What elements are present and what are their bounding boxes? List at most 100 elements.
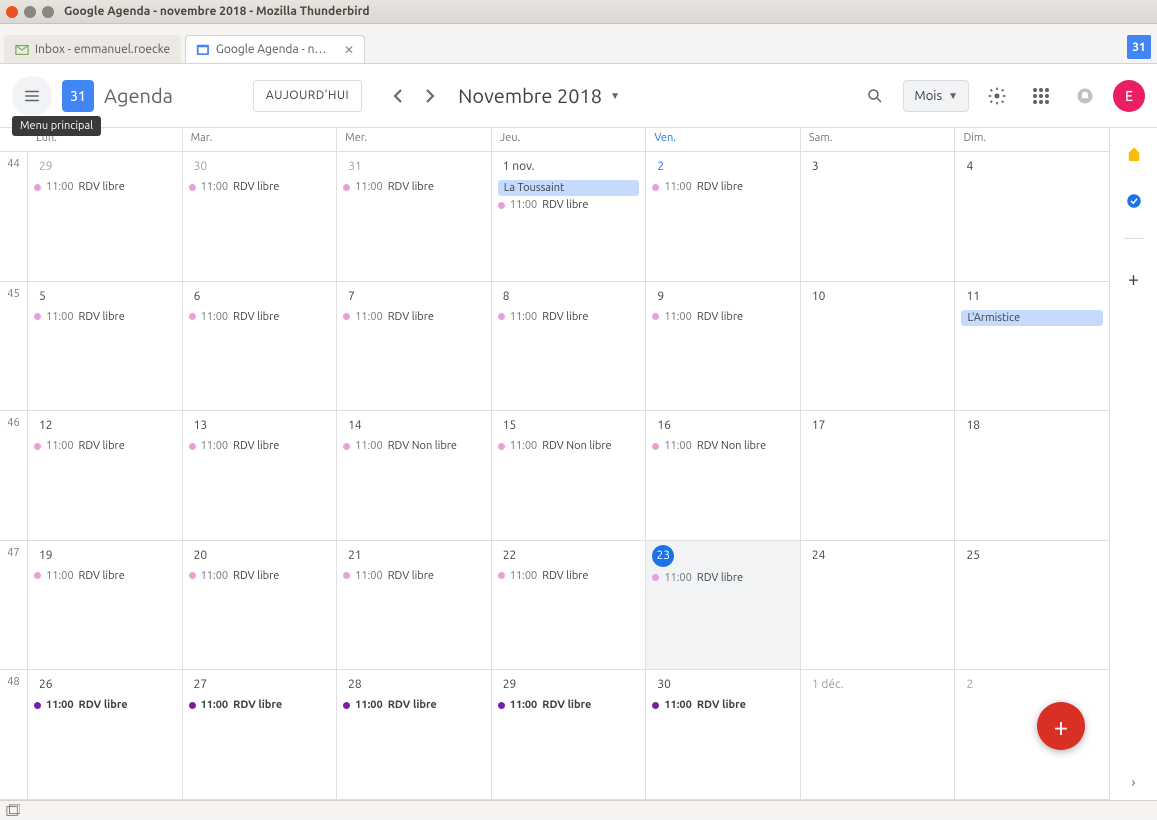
day-cell[interactable]: 2811:00RDV libre — [337, 670, 492, 799]
day-cell[interactable]: 2011:00RDV libre — [183, 541, 338, 670]
event[interactable]: 11:00RDV libre — [652, 310, 794, 324]
create-event-fab[interactable]: + — [1037, 702, 1085, 750]
chevron-right-icon[interactable]: › — [1132, 774, 1136, 790]
apps-button[interactable] — [1025, 80, 1057, 112]
day-cell[interactable]: 711:00RDV libre — [337, 282, 492, 411]
day-cell[interactable]: 1211:00RDV libre — [28, 411, 183, 540]
event[interactable]: 11:00RDV Non libre — [343, 439, 485, 453]
month-selector[interactable]: Novembre 2018 ▼ — [458, 84, 620, 107]
event-dot-icon — [498, 202, 505, 209]
day-cell[interactable]: 17 — [801, 411, 956, 540]
day-cell[interactable]: 24 — [801, 541, 956, 670]
day-cell[interactable]: 2911:00RDV libre — [492, 670, 647, 799]
day-cell[interactable]: 1511:00RDV Non libre — [492, 411, 647, 540]
day-cell[interactable]: 911:00RDV libre — [646, 282, 801, 411]
event-dot-icon — [652, 443, 659, 450]
day-cell[interactable]: 1 déc. — [801, 670, 956, 799]
event-time: 11:00 — [46, 181, 74, 193]
view-select[interactable]: Mois ▼ — [903, 80, 969, 112]
allday-event[interactable]: La Toussaint — [498, 180, 640, 196]
day-cell[interactable]: 811:00RDV libre — [492, 282, 647, 411]
keep-icon[interactable] — [1125, 146, 1143, 164]
day-cell[interactable]: 3011:00RDV libre — [646, 670, 801, 799]
event[interactable]: 11:00RDV libre — [34, 310, 176, 324]
event[interactable]: 11:00RDV libre — [189, 698, 331, 712]
day-cell[interactable]: 10 — [801, 282, 956, 411]
day-cell[interactable]: 2611:00RDV libre — [28, 670, 183, 799]
day-cell[interactable]: 2 — [955, 670, 1109, 799]
day-cell[interactable]: 211:00RDV libre — [646, 152, 801, 281]
event[interactable]: 11:00RDV libre — [189, 310, 331, 324]
day-cell[interactable]: 3 — [801, 152, 956, 281]
event[interactable]: 11:00RDV libre — [34, 698, 176, 712]
add-addon-button[interactable]: + — [1128, 267, 1139, 290]
event[interactable]: 11:00RDV libre — [498, 698, 640, 712]
event[interactable]: 11:00RDV libre — [498, 310, 640, 324]
day-cell[interactable]: 1 nov.La Toussaint11:00RDV libre — [492, 152, 647, 281]
event[interactable]: 11:00RDV libre — [652, 180, 794, 194]
event[interactable]: 11:00RDV libre — [652, 571, 794, 585]
allday-event[interactable]: L'Armistice — [961, 310, 1103, 326]
event[interactable]: 11:00RDV libre — [498, 198, 640, 212]
tab-close-icon[interactable]: ✕ — [344, 43, 354, 57]
event-dot-icon — [652, 313, 659, 320]
next-month-button[interactable] — [414, 80, 446, 112]
window-maximize-button[interactable] — [42, 6, 54, 18]
event[interactable]: 11:00RDV Non libre — [498, 439, 640, 453]
day-cell[interactable]: 25 — [955, 541, 1109, 670]
day-cell[interactable]: 2911:00RDV libre — [28, 152, 183, 281]
window-minimize-button[interactable] — [24, 6, 36, 18]
event[interactable]: 11:00RDV libre — [498, 569, 640, 583]
today-button[interactable]: AUJOURD'HUI — [253, 80, 362, 112]
day-cell[interactable]: 3111:00RDV libre — [337, 152, 492, 281]
day-cell[interactable]: 11L'Armistice — [955, 282, 1109, 411]
week-number: 44 — [0, 152, 28, 282]
day-cell[interactable]: 1911:00RDV libre — [28, 541, 183, 670]
event-label: RDV libre — [233, 311, 279, 323]
day-number: 23 — [652, 545, 674, 567]
event[interactable]: 11:00RDV libre — [343, 569, 485, 583]
event[interactable]: 11:00RDV libre — [34, 180, 176, 194]
main-menu-button[interactable]: Menu principal — [12, 76, 52, 116]
event[interactable]: 11:00RDV Non libre — [652, 439, 794, 453]
prev-month-button[interactable] — [382, 80, 414, 112]
day-cell[interactable]: 1611:00RDV Non libre — [646, 411, 801, 540]
notifications-button[interactable] — [1069, 80, 1101, 112]
day-number: 6 — [189, 287, 206, 306]
day-cell[interactable]: 1411:00RDV Non libre — [337, 411, 492, 540]
settings-button[interactable] — [981, 80, 1013, 112]
tasks-icon[interactable] — [1125, 192, 1143, 210]
day-cell[interactable]: 3011:00RDV libre — [183, 152, 338, 281]
day-cell[interactable]: 5 11:00RDV libre — [28, 282, 183, 411]
day-cell[interactable]: 4 — [955, 152, 1109, 281]
event[interactable]: 11:00RDV libre — [343, 698, 485, 712]
tab-calendar[interactable]: Google Agenda - nove ✕ — [185, 35, 365, 63]
event[interactable]: 11:00RDV libre — [34, 439, 176, 453]
event[interactable]: 11:00RDV libre — [652, 698, 794, 712]
day-number: 1 déc. — [807, 675, 849, 694]
day-cell[interactable]: 2211:00RDV libre — [492, 541, 647, 670]
day-header-row: Lun.Mar.Mer.Jeu.Ven.Sam.Dim. — [28, 128, 1109, 152]
event-dot-icon — [34, 184, 41, 191]
day-cell[interactable]: 1311:00RDV libre — [183, 411, 338, 540]
tab-inbox[interactable]: Inbox - emmanuel.roecke — [4, 35, 181, 63]
day-number: 18 — [961, 416, 985, 435]
event[interactable]: 11:00RDV libre — [189, 180, 331, 194]
window-close-button[interactable] — [6, 6, 18, 18]
day-cell[interactable]: 2711:00RDV libre — [183, 670, 338, 799]
calendar-corner-icon[interactable]: 31 — [1127, 35, 1151, 59]
user-avatar[interactable]: E — [1113, 80, 1145, 112]
event[interactable]: 11:00RDV libre — [189, 569, 331, 583]
day-cell[interactable]: 2111:00RDV libre — [337, 541, 492, 670]
day-cell[interactable]: 23 11:00RDV libre — [646, 541, 801, 670]
day-number: 5 — [34, 287, 51, 306]
event[interactable]: 11:00RDV libre — [34, 569, 176, 583]
search-button[interactable] — [859, 80, 891, 112]
event[interactable]: 11:00RDV libre — [343, 180, 485, 194]
day-cell[interactable]: 18 — [955, 411, 1109, 540]
event-label: RDV libre — [79, 570, 125, 582]
event[interactable]: 11:00RDV libre — [189, 439, 331, 453]
mail-icon — [15, 43, 29, 57]
event[interactable]: 11:00RDV libre — [343, 310, 485, 324]
day-cell[interactable]: 6 11:00RDV libre — [183, 282, 338, 411]
